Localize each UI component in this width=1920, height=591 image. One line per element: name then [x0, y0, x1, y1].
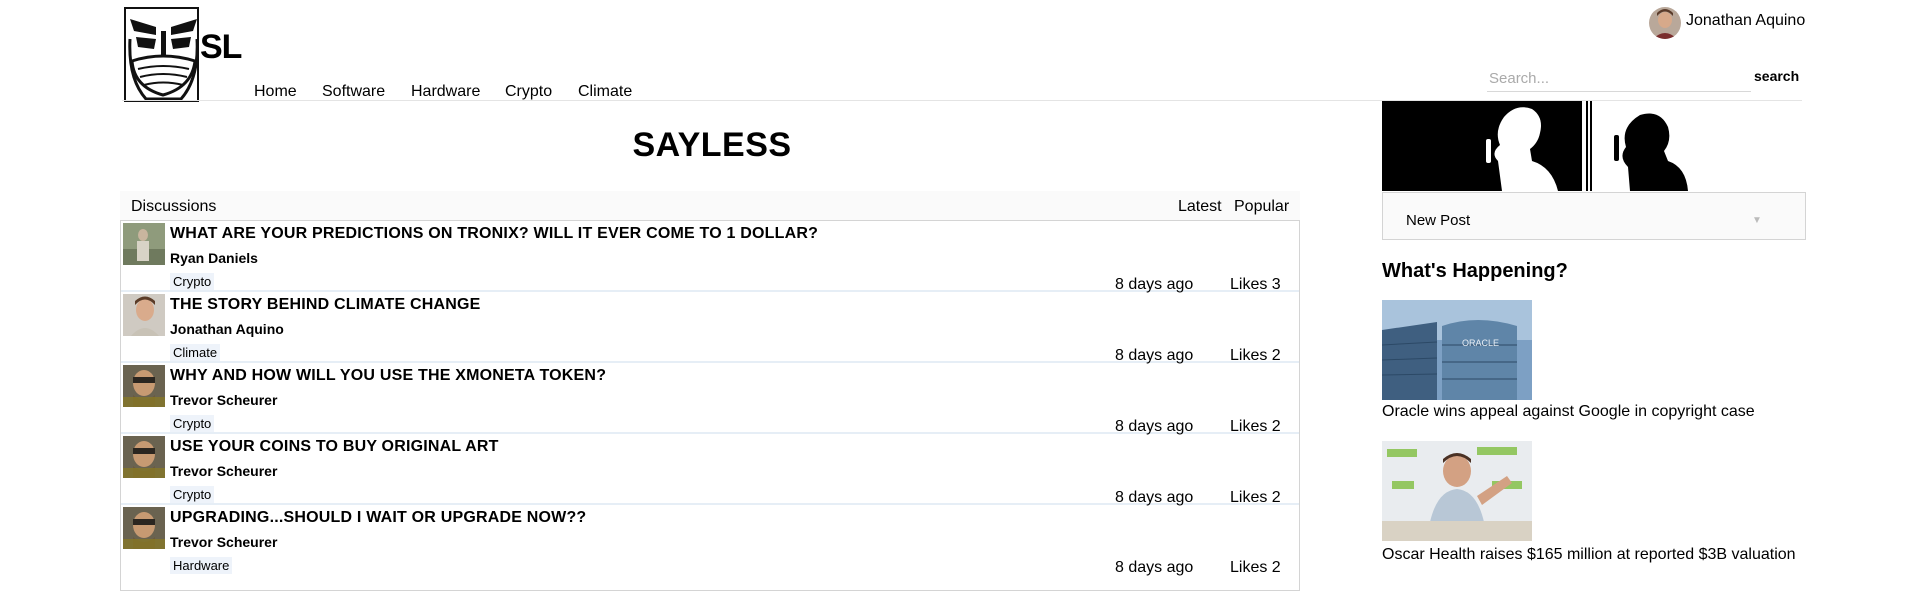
user-name[interactable]: Jonathan Aquino [1686, 12, 1805, 30]
shush-silhouette-image [1382, 101, 1700, 191]
oracle-buildings-image: ORACLE [1382, 300, 1532, 400]
post-author[interactable]: Trevor Scheurer [170, 392, 277, 408]
post-title[interactable]: USE YOUR COINS TO BUY ORIGINAL ART [170, 438, 499, 456]
post-author[interactable]: Trevor Scheurer [170, 534, 277, 550]
post-likes: Likes 2 [1230, 418, 1281, 435]
author-avatar[interactable] [123, 294, 165, 336]
nav-crypto[interactable]: Crypto [505, 83, 552, 101]
author-avatar-image [123, 436, 165, 478]
nav-home[interactable]: Home [254, 83, 297, 101]
nav-software[interactable]: Software [322, 83, 385, 101]
search-button[interactable]: search [1754, 68, 1799, 84]
news-image[interactable]: ORACLE [1382, 300, 1532, 400]
post-tag[interactable]: Crypto [170, 486, 215, 503]
user-avatar[interactable] [1649, 7, 1681, 39]
svg-text:ORACLE: ORACLE [1462, 338, 1499, 348]
site-logo[interactable] [124, 7, 199, 102]
post-likes: Likes 3 [1230, 276, 1281, 293]
post-tag[interactable]: Crypto [170, 273, 215, 290]
shush-banner-image [1382, 101, 1700, 191]
post-tag[interactable]: Climate [170, 344, 221, 361]
post-title[interactable]: WHAT ARE YOUR PREDICTIONS ON TRONIX? WIL… [170, 225, 818, 243]
author-avatar[interactable] [123, 223, 165, 265]
post-title[interactable]: WHY AND HOW WILL YOU USE THE XMONETA TOK… [170, 367, 606, 385]
post-time: 8 days ago [1115, 347, 1194, 364]
whats-happening-heading: What's Happening? [1382, 260, 1568, 282]
logo-text[interactable]: SL [200, 28, 242, 67]
author-avatar[interactable] [123, 436, 165, 478]
nav-hardware[interactable]: Hardware [411, 83, 480, 101]
post-likes: Likes 2 [1230, 489, 1281, 506]
post-likes: Likes 2 [1230, 347, 1281, 364]
news-image[interactable] [1382, 441, 1532, 541]
post-time: 8 days ago [1115, 276, 1194, 293]
new-post-label[interactable]: New Post [1406, 212, 1470, 229]
tab-popular[interactable]: Popular [1234, 198, 1289, 216]
post-likes: Likes 2 [1230, 559, 1281, 576]
search-input[interactable] [1487, 65, 1751, 92]
post-tag[interactable]: Hardware [170, 557, 233, 574]
discussions-label: Discussions [131, 198, 217, 215]
post-time: 8 days ago [1115, 489, 1194, 506]
post-author[interactable]: Jonathan Aquino [170, 321, 284, 337]
post-time: 8 days ago [1115, 559, 1194, 576]
post-tag[interactable]: Crypto [170, 415, 215, 432]
discussions-header [120, 191, 1300, 221]
author-avatar-image [123, 507, 165, 549]
masked-face-logo-icon [126, 9, 197, 100]
post-title[interactable]: UPGRADING...SHOULD I WAIT OR UPGRADE NOW… [170, 509, 586, 527]
oscar-health-speaker-image [1382, 441, 1532, 541]
author-avatar[interactable] [123, 365, 165, 407]
author-avatar-image [123, 365, 165, 407]
author-avatar-image [123, 223, 165, 265]
post-author[interactable]: Ryan Daniels [170, 250, 258, 266]
post-time: 8 days ago [1115, 418, 1194, 435]
post-title[interactable]: THE STORY BEHIND CLIMATE CHANGE [170, 296, 481, 314]
news-caption[interactable]: Oscar Health raises $165 million at repo… [1382, 546, 1796, 564]
author-avatar[interactable] [123, 507, 165, 549]
page-title: SAYLESS [632, 126, 792, 164]
chevron-down-icon[interactable]: ▼ [1752, 215, 1762, 226]
post-author[interactable]: Trevor Scheurer [170, 463, 277, 479]
nav-climate[interactable]: Climate [578, 83, 632, 101]
news-caption[interactable]: Oracle wins appeal against Google in cop… [1382, 403, 1755, 421]
user-avatar-image [1649, 7, 1681, 39]
tab-latest[interactable]: Latest [1178, 198, 1222, 216]
author-avatar-image [123, 294, 165, 336]
